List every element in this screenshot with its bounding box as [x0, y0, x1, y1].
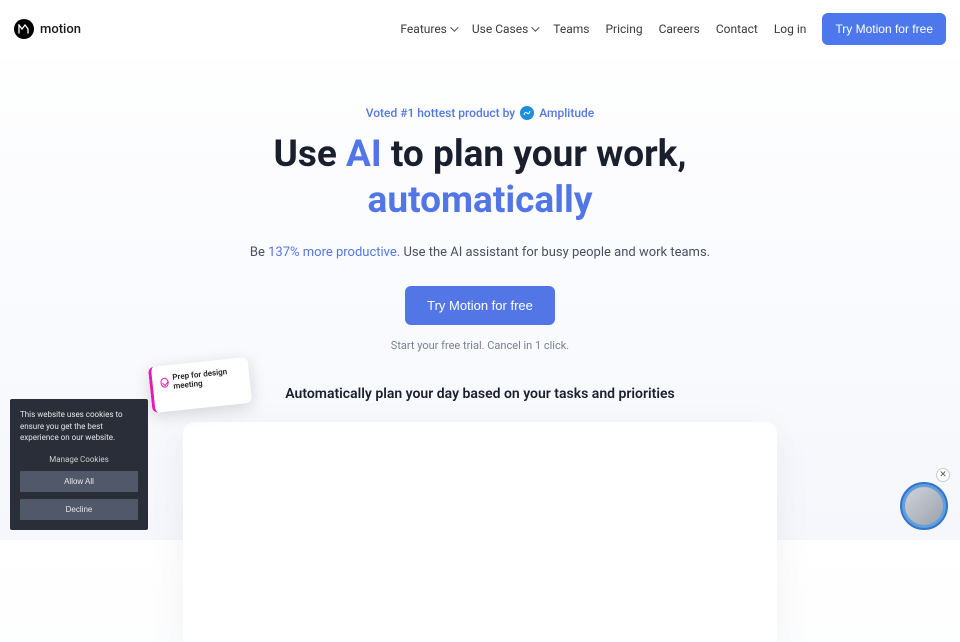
cookie-text: This website uses cookies to ensure you … — [20, 409, 138, 443]
nav-pricing[interactable]: Pricing — [605, 22, 642, 36]
productivity-link[interactable]: 137% more productive. — [268, 245, 400, 260]
nav-features[interactable]: Features — [400, 22, 455, 36]
chat-widget[interactable] — [900, 482, 948, 530]
logo[interactable]: motion — [14, 19, 81, 39]
task-card-title: Prep for design meeting — [172, 366, 242, 391]
trial-note: Start your free trial. Cancel in 1 click… — [0, 339, 960, 352]
hero-cta-button[interactable]: Try Motion for free — [405, 286, 555, 325]
nav-use-cases[interactable]: Use Cases — [472, 22, 537, 36]
chevron-down-icon — [531, 23, 539, 31]
voted-brand: Amplitude — [539, 106, 594, 120]
manage-cookies-link[interactable]: Manage Cookies — [20, 455, 138, 464]
allow-all-button[interactable]: Allow All — [20, 471, 138, 492]
subheadline: Be 137% more productive. Use the AI assi… — [0, 245, 960, 260]
demo-panel — [183, 422, 777, 642]
nav-contact[interactable]: Contact — [716, 22, 758, 36]
avatar — [905, 487, 943, 525]
chat-close-button[interactable]: ✕ — [936, 468, 950, 482]
nav-cta-button[interactable]: Try Motion for free — [822, 13, 946, 45]
nav-links: Features Use Cases Teams Pricing Careers… — [400, 13, 946, 45]
cookie-banner: This website uses cookies to ensure you … — [10, 399, 148, 530]
voted-badge: Voted #1 hottest product by Amplitude — [0, 106, 960, 120]
close-icon: ✕ — [939, 470, 947, 480]
top-nav: motion Features Use Cases Teams Pricing … — [0, 0, 960, 58]
chevron-down-icon — [450, 23, 458, 31]
nav-login[interactable]: Log in — [774, 22, 807, 36]
nav-teams[interactable]: Teams — [553, 22, 589, 36]
hero-section: Voted #1 hottest product by Amplitude Us… — [0, 58, 960, 642]
logo-text: motion — [40, 22, 81, 37]
nav-careers[interactable]: Careers — [659, 22, 700, 36]
check-icon — [160, 377, 169, 388]
amplitude-icon — [520, 106, 534, 120]
headline: Use AI to plan your work, automatically — [0, 132, 960, 225]
voted-text: Voted #1 hottest product by — [366, 106, 515, 120]
logo-icon — [14, 19, 34, 39]
decline-button[interactable]: Decline — [20, 499, 138, 520]
